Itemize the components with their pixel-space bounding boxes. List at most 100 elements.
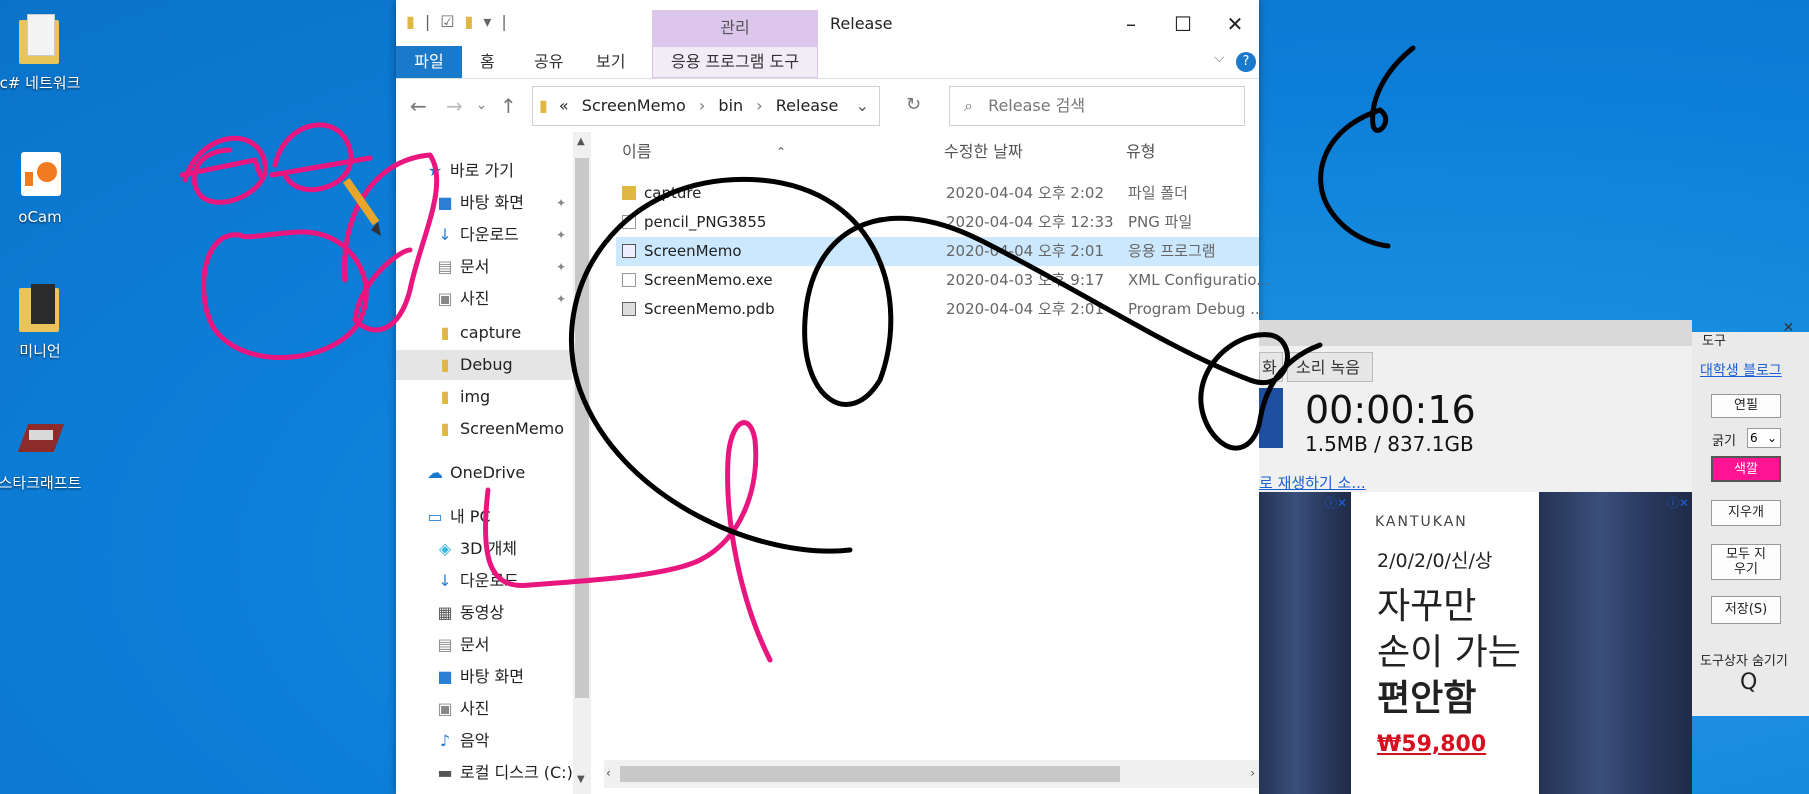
tab-file[interactable]: 파일	[396, 46, 462, 78]
tab-partial[interactable]: 화	[1259, 352, 1283, 382]
pictures-icon: ▣	[437, 699, 453, 718]
horizontal-scrollbar[interactable]: ‹ ›	[604, 760, 1259, 788]
nav-label: capture	[460, 323, 522, 342]
quick-access-toolbar: ▮ | ☑ ▮ ▾ |	[406, 12, 507, 31]
file-date: 2020-04-03 오후 9:17	[946, 271, 1104, 289]
playback-link[interactable]: 로 재생하기 소...	[1259, 472, 1366, 493]
nav-pictures[interactable]: ▣ 사진	[436, 284, 489, 314]
minimize-button[interactable]: –	[1108, 10, 1154, 38]
ad-info-icon[interactable]: ⓘ✕	[1667, 494, 1689, 511]
desktop-icon-network-folder[interactable]: c# 네트워크	[0, 14, 88, 93]
refresh-icon[interactable]: ↻	[906, 94, 921, 115]
nav-onedrive[interactable]: ☁ OneDrive	[426, 458, 525, 488]
chevron-down-icon[interactable]: ⌄	[856, 87, 869, 125]
close-button[interactable]: ✕	[1212, 10, 1258, 38]
maximize-button[interactable]: ☐	[1160, 10, 1206, 38]
folder-icon[interactable]: ▮	[406, 12, 415, 31]
nav-scrollbar[interactable]: ▲ ▼	[573, 132, 591, 794]
new-folder-icon[interactable]: ▮	[465, 12, 474, 31]
desktop-icon-starcraft[interactable]: 스타크래프트	[0, 414, 88, 493]
folder-icon: ▮	[440, 419, 450, 438]
nav-pc-documents[interactable]: ▤ 문서	[436, 630, 489, 660]
nav-capture[interactable]: ▮ capture	[436, 318, 522, 348]
horizontal-scroll-thumb[interactable]	[620, 766, 1120, 782]
customize-dropdown-icon[interactable]: ▾	[483, 12, 491, 31]
nav-local-disk[interactable]: ▬ 로컬 디스크 (C:)	[436, 758, 573, 788]
desktop-icon-label: c# 네트워크	[0, 74, 81, 92]
nav-debug[interactable]: ▮ Debug	[396, 350, 572, 380]
nav-pc-desktop[interactable]: ■ 바탕 화면	[436, 662, 524, 692]
address-bar[interactable]: ▮ « ScreenMemo › bin › Release ⌄	[532, 86, 880, 126]
nav-this-pc[interactable]: ▭ 내 PC	[426, 502, 491, 532]
tab-audio-record[interactable]: 소리 녹음	[1287, 352, 1373, 382]
blog-link[interactable]: 대학생 블로그	[1700, 360, 1782, 380]
file-row[interactable]: pencil_PNG3855 2020-04-04 오후 12:33 PNG 파…	[616, 208, 1259, 237]
nav-img[interactable]: ▮ img	[436, 382, 491, 412]
column-header-date[interactable]: 수정한 날짜	[944, 132, 1023, 172]
back-arrow-icon[interactable]: ←	[410, 94, 427, 118]
nav-videos[interactable]: ▦ 동영상	[436, 598, 504, 628]
scroll-down-icon[interactable]: ▼	[577, 774, 585, 785]
breadcrumb-screenmemo[interactable]: ScreenMemo	[582, 96, 686, 115]
black-ink-stroke	[1318, 45, 1416, 249]
nav-pc-downloads[interactable]: ↓ 다운로드	[436, 566, 519, 596]
ad-info-icon[interactable]: ⓘ✕	[1325, 494, 1347, 511]
forward-arrow-icon[interactable]: →	[446, 94, 463, 118]
nav-music[interactable]: ♪ 음악	[436, 726, 490, 756]
nav-label: 로컬 디스크 (C:)	[460, 763, 573, 782]
nav-downloads[interactable]: ↓ 다운로드	[436, 220, 519, 250]
file-row[interactable]: ScreenMemo.exe 2020-04-03 오후 9:17 XML Co…	[616, 266, 1271, 295]
tab-application-tools[interactable]: 응용 프로그램 도구	[652, 46, 818, 78]
nav-screenmemo[interactable]: ▮ ScreenMemo	[436, 414, 564, 444]
file-row[interactable]: ScreenMemo.pdb 2020-04-04 오후 2:01 Progra…	[616, 295, 1264, 324]
pen-button[interactable]: 연필	[1711, 394, 1781, 418]
up-arrow-icon[interactable]: ↑	[500, 94, 517, 118]
file-date: 2020-04-04 오후 2:02	[946, 184, 1104, 202]
scroll-right-icon[interactable]: ›	[1250, 766, 1255, 780]
film-icon: ▦	[437, 603, 453, 622]
help-icon[interactable]: ?	[1236, 52, 1256, 72]
file-row-selected[interactable]: ScreenMemo 2020-04-04 오후 2:01 응용 프로그램	[616, 237, 1259, 266]
desktop-icon-ocam[interactable]: oCam	[0, 150, 88, 226]
nav-3d-objects[interactable]: ◈ 3D 개체	[436, 534, 517, 564]
tab-view[interactable]: 보기	[582, 46, 639, 78]
nav-label: OneDrive	[450, 463, 526, 482]
properties-icon[interactable]: ☑	[440, 12, 454, 31]
nav-scroll-thumb[interactable]	[575, 158, 589, 698]
advertisement[interactable]: ⓘ✕ ⓘ✕ KANTUKAN 2/0/2/0/신/상 자꾸만 손이 가는 편안함…	[1259, 492, 1692, 794]
scroll-left-icon[interactable]: ‹	[606, 766, 611, 780]
save-button[interactable]: 저장(S)	[1711, 596, 1781, 624]
eraser-button[interactable]: 지우개	[1711, 500, 1781, 526]
tab-share[interactable]: 공유	[520, 46, 577, 78]
image-file-icon	[622, 215, 636, 229]
column-header-type[interactable]: 유형	[1126, 132, 1155, 172]
expand-ribbon-icon[interactable]: ⌵	[1214, 50, 1225, 66]
breadcrumb-overflow[interactable]: «	[559, 96, 569, 115]
breadcrumb-release[interactable]: Release	[776, 96, 839, 115]
thickness-select[interactable]: 6 ⌄	[1747, 428, 1781, 448]
search-input[interactable]: ⌕ Release 검색	[949, 86, 1245, 126]
file-explorer-window: ▮ | ☑ ▮ ▾ | 관리 Release – ☐ ✕ 파일 홈 공유 보기 …	[396, 0, 1271, 794]
breadcrumb-bin[interactable]: bin	[718, 96, 743, 115]
file-name: ScreenMemo	[644, 242, 742, 260]
hide-toolbox-label[interactable]: 도구상자 숨기기	[1700, 650, 1788, 669]
file-row[interactable]: capture 2020-04-04 오후 2:02 파일 폴더	[616, 179, 1259, 208]
desktop-icon-minion-folder[interactable]: 미니언	[0, 282, 88, 361]
clear-all-button[interactable]: 모두 지우기	[1711, 544, 1781, 580]
sort-arrow-icon: ⌃	[776, 145, 787, 159]
recent-dropdown-icon[interactable]: ⌄	[476, 98, 487, 113]
nav-pc-pictures[interactable]: ▣ 사진	[436, 694, 489, 724]
scroll-up-icon[interactable]: ▲	[577, 136, 585, 147]
nav-documents[interactable]: ▤ 문서	[436, 252, 489, 282]
folder-icon: ▮	[440, 323, 450, 342]
record-button-icon[interactable]	[1259, 388, 1283, 448]
hide-key: Q	[1740, 670, 1758, 695]
manage-contextual-tab[interactable]: 관리	[652, 10, 818, 46]
tab-home[interactable]: 홈	[466, 46, 509, 78]
column-header-name[interactable]: 이름	[622, 132, 651, 172]
nav-label: 내 PC	[450, 507, 491, 526]
nav-quick-access[interactable]: ★ 바로 가기	[426, 156, 514, 186]
title-bar: ▮ | ☑ ▮ ▾ | 관리 Release – ☐ ✕	[396, 0, 1259, 46]
color-button[interactable]: 색깔	[1711, 456, 1781, 482]
nav-desktop[interactable]: ■ 바탕 화면	[436, 188, 524, 218]
